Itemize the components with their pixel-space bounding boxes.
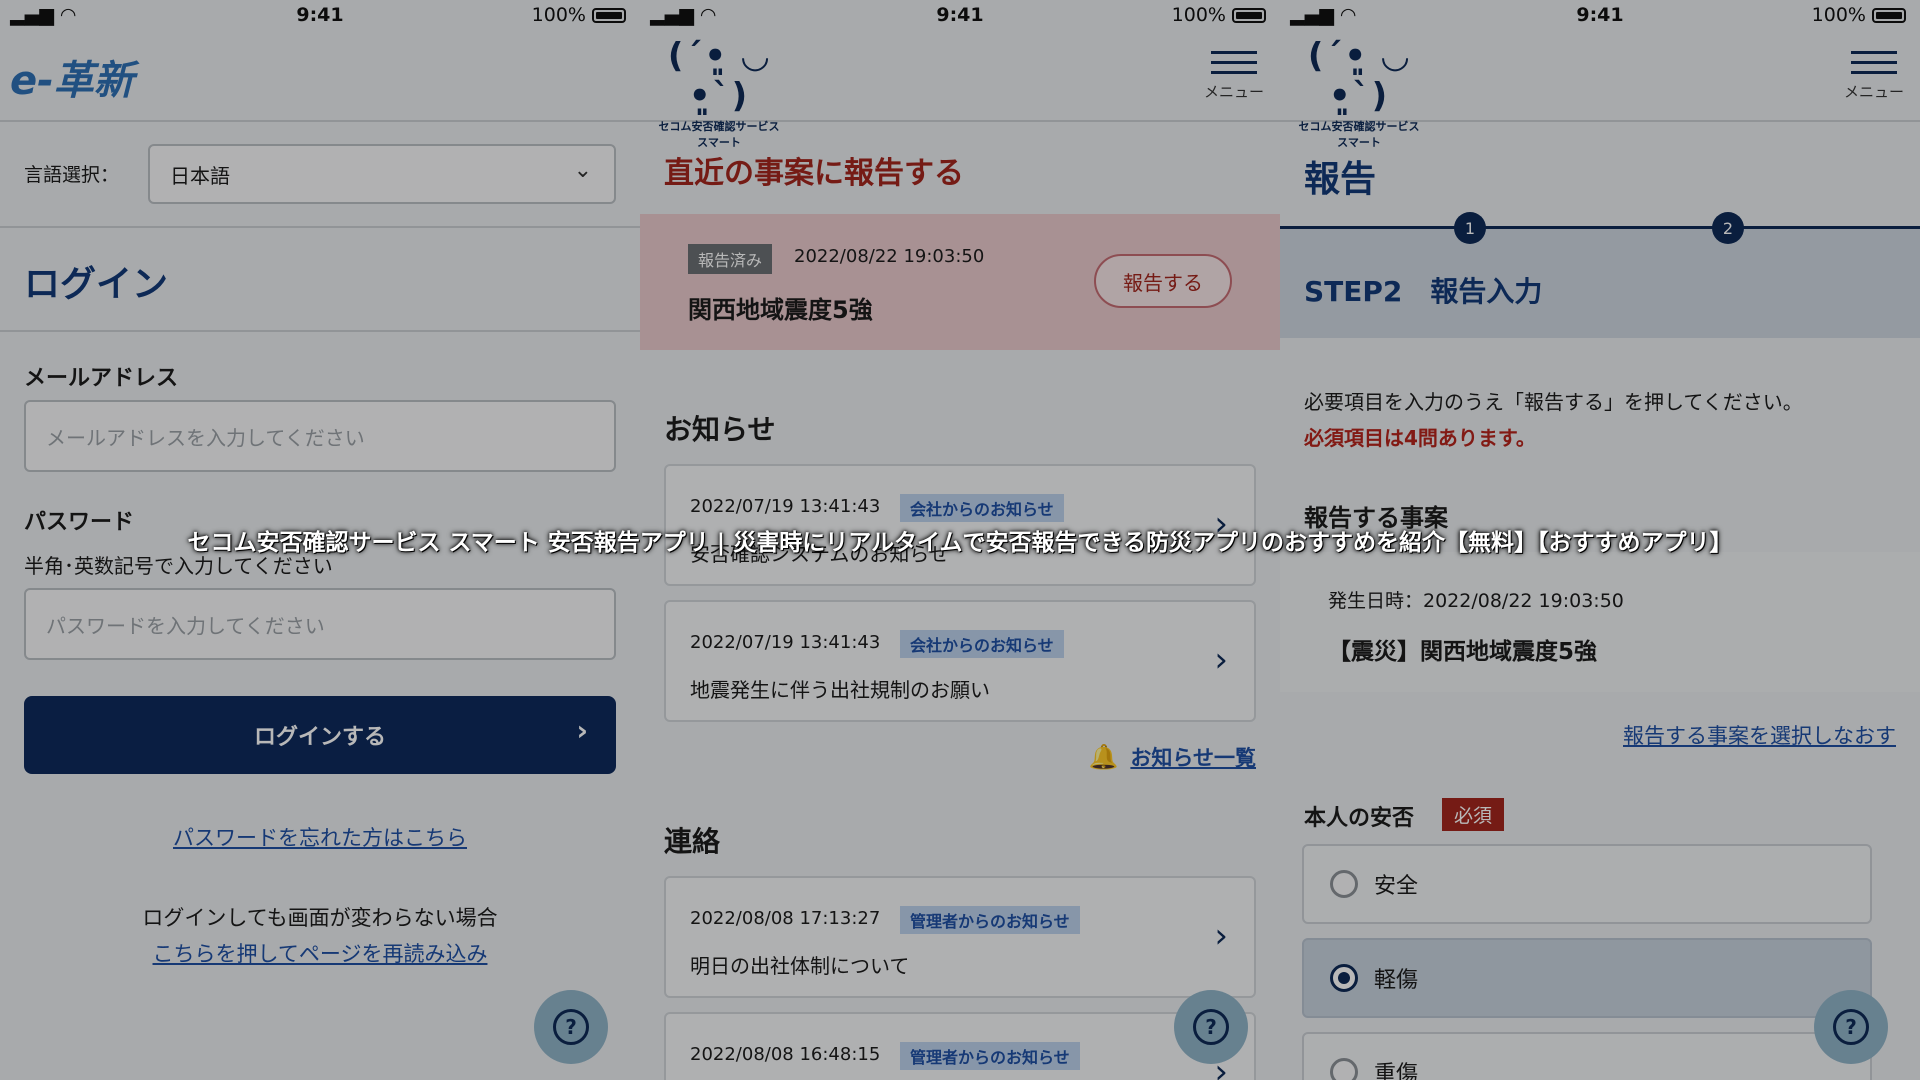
screenshot-collage: ▂▄▆ ◠ 9:41 100% e-革新 言語選択： 日本語 ⌄ ログイン メー… [0,0,1920,1080]
caption-text: セコム安否確認サービス スマート 安否報告アプリ | 災害時にリアルタイムで安否… [187,530,1733,556]
